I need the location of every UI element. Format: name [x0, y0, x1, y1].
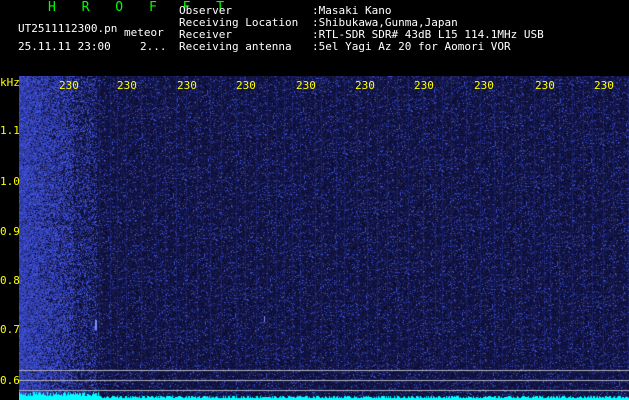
antenna-label: Receiving antenna	[179, 40, 292, 53]
date-time: 25.11.11 23:00	[18, 40, 111, 53]
time-tick: 230	[355, 79, 375, 92]
freq-tick: 1.0	[0, 175, 20, 188]
antenna-value: :5el Yagi Az 20 for Aomori VOR	[312, 40, 511, 53]
spectrogram-canvas	[19, 76, 629, 400]
time-tick: 230	[117, 79, 137, 92]
duration-label: 2...	[140, 40, 167, 53]
freq-tick: 0.7	[0, 323, 20, 336]
file-name: UT2511112300.pn	[18, 22, 118, 35]
time-tick: 230	[594, 79, 614, 92]
time-tick: 230	[59, 79, 79, 92]
freq-tick: 1.1	[0, 124, 20, 137]
time-tick: 230	[535, 79, 555, 92]
header-panel: H R O F F T UT2511112300.pn meteor 25.11…	[0, 0, 629, 75]
time-tick: 230	[474, 79, 494, 92]
time-tick: 230	[296, 79, 316, 92]
freq-tick: 0.9	[0, 225, 20, 238]
time-tick: 230	[177, 79, 197, 92]
time-tick: 230	[236, 79, 256, 92]
freq-tick: 0.6	[0, 374, 20, 387]
meteor-label: meteor	[124, 26, 164, 39]
freq-unit-label: kHz	[0, 76, 20, 89]
time-tick: 230	[414, 79, 434, 92]
freq-tick: 0.8	[0, 274, 20, 287]
